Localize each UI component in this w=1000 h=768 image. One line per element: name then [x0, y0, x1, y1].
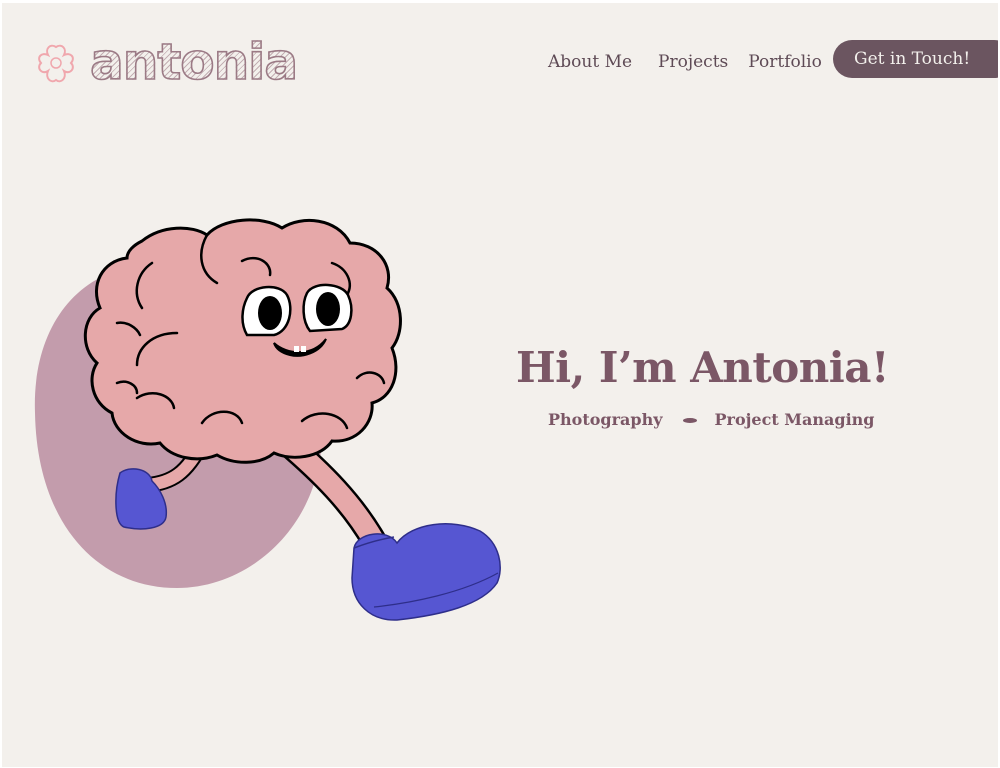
- logo-wordmark: antonia: [89, 33, 299, 91]
- hero-tags: Photography Project Managing: [548, 410, 874, 429]
- hero-headline: Hi, I’m Antonia!: [516, 343, 889, 392]
- brain-body: [83, 218, 402, 464]
- get-in-touch-button[interactable]: Get in Touch!: [833, 40, 998, 78]
- separator-dot: [682, 418, 697, 423]
- front-shoe: [351, 523, 501, 621]
- nav-portfolio[interactable]: Portfolio: [748, 52, 822, 72]
- flower-icon: [38, 44, 74, 83]
- brain-mascot-illustration: [34, 218, 501, 621]
- logo[interactable]: antonia: [36, 33, 299, 91]
- main-nav: About Me Projects Portfolio: [548, 43, 822, 81]
- tag-photography: Photography: [548, 410, 663, 429]
- nav-about-me[interactable]: About Me: [548, 52, 632, 72]
- tag-project-managing: Project Managing: [714, 410, 875, 429]
- landing-page: antonia About Me Projects Portfolio Get …: [2, 3, 998, 767]
- nav-projects[interactable]: Projects: [658, 52, 728, 72]
